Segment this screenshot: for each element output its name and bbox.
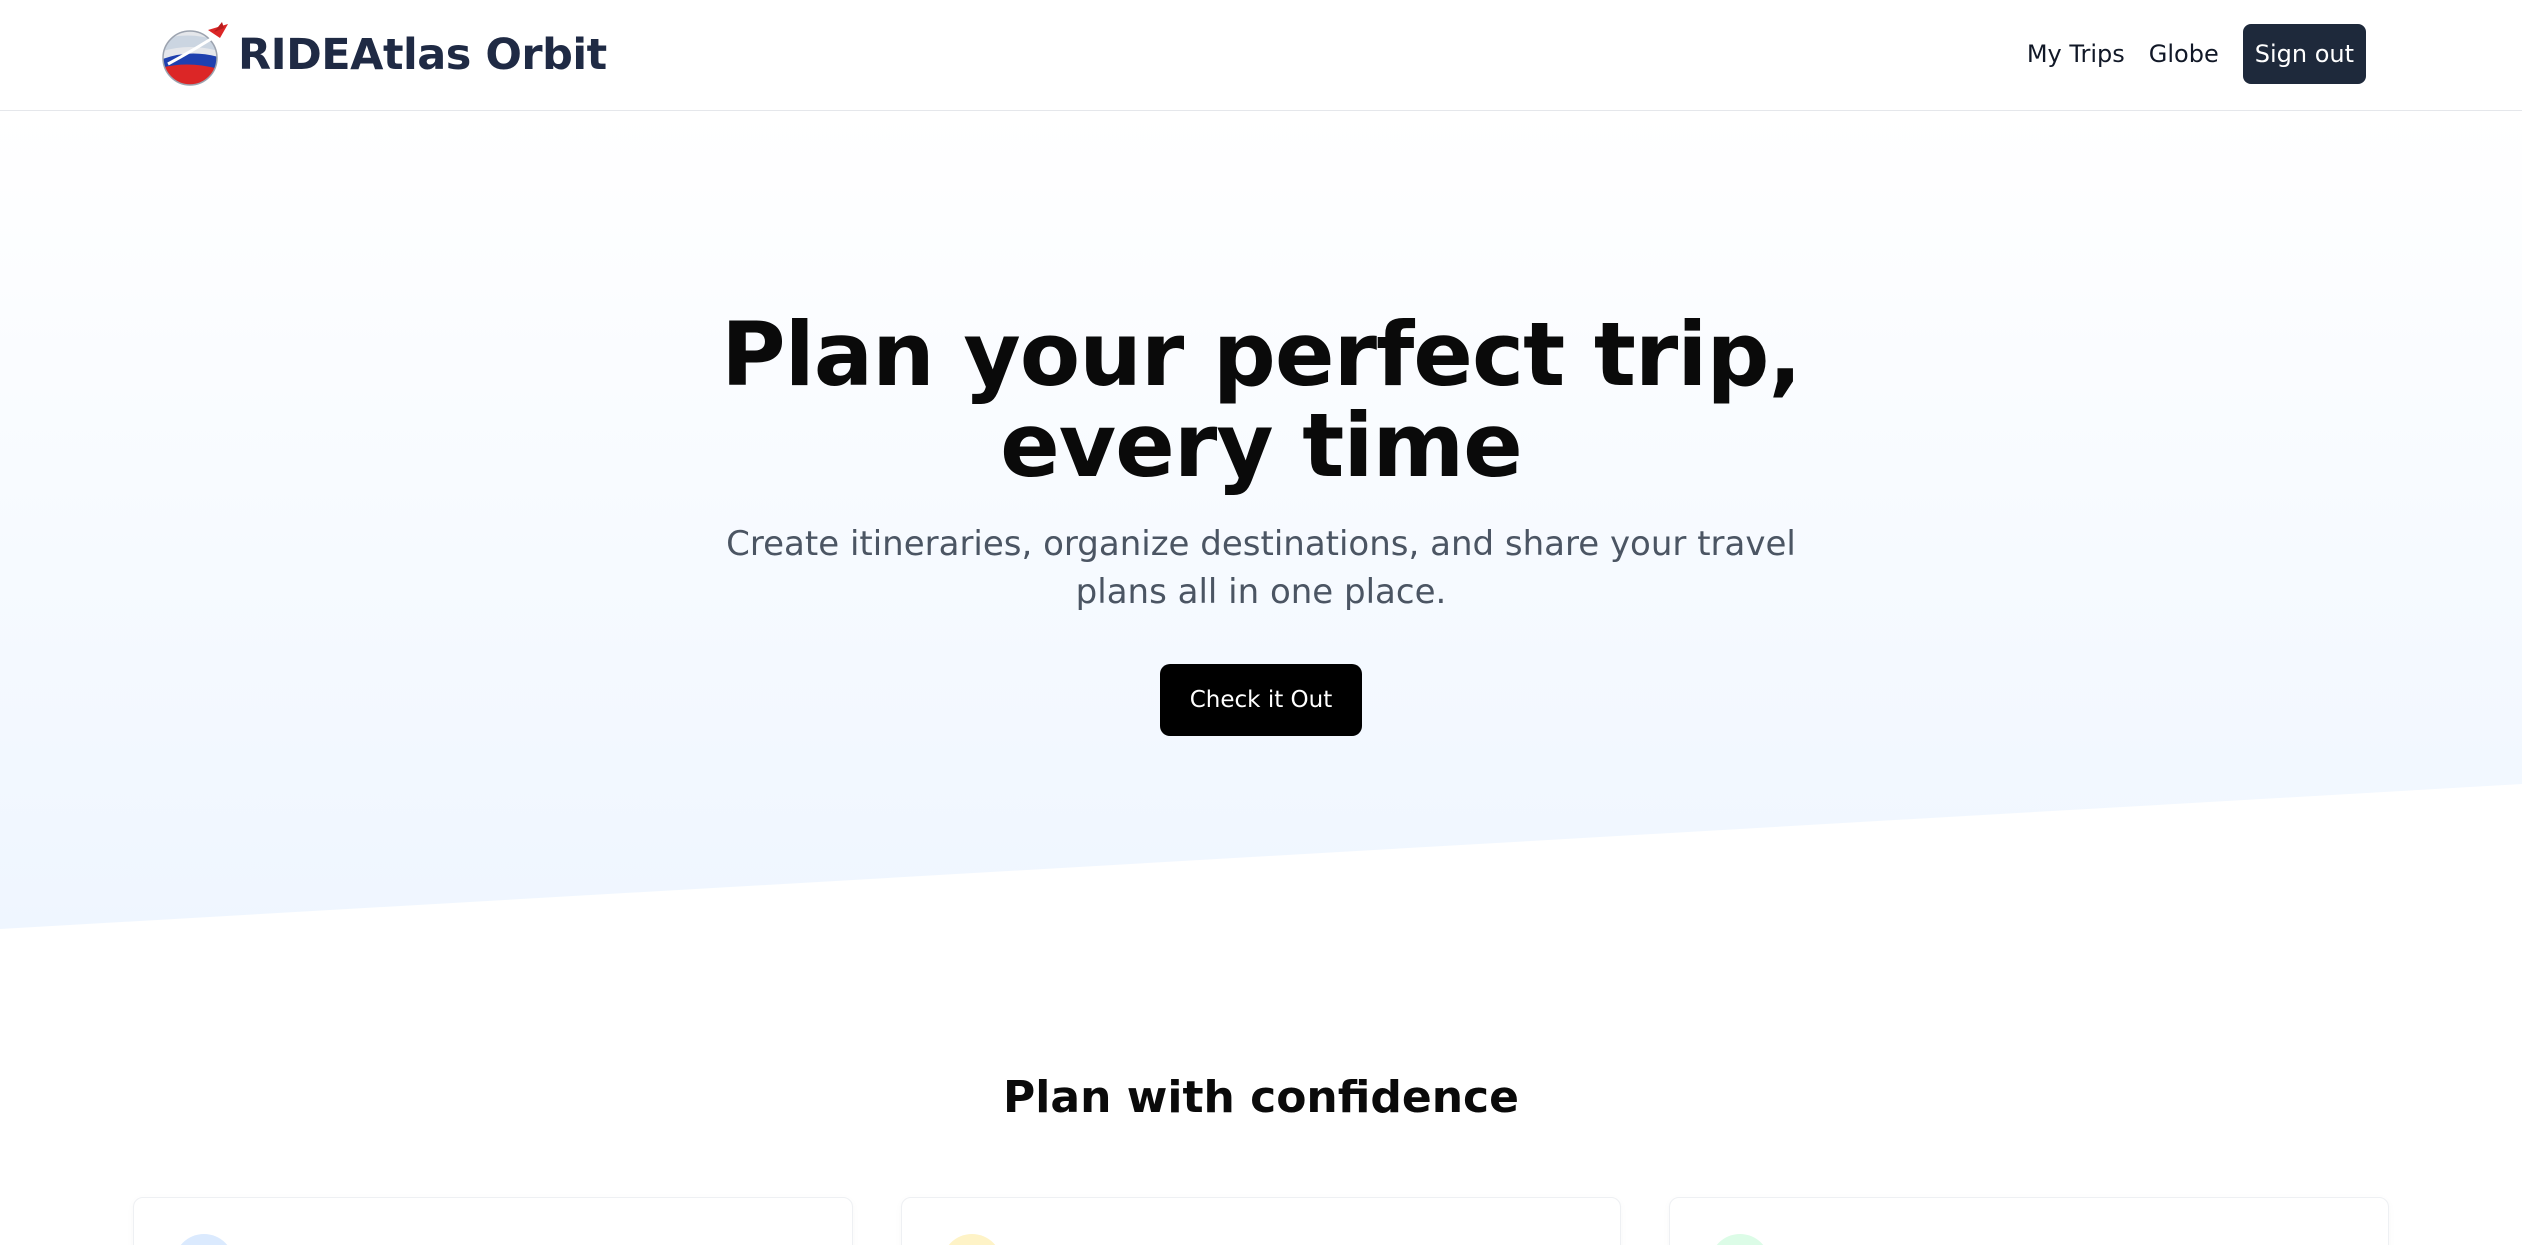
nav-link-globe[interactable]: Globe [2149,40,2219,68]
sign-out-button[interactable]: Sign out [2242,24,2366,84]
share-icon [1710,1234,1770,1245]
check-it-out-button[interactable]: Check it Out [1160,664,1362,736]
hero-title-line-1: Plan your perfect trip, [721,303,1802,406]
top-navbar: RIDEAtlas Orbit My Trips Globe Sign out [0,0,2522,111]
feature-card [1669,1197,2389,1245]
calendar-icon [942,1234,1002,1245]
globe-airplane-logo-icon [162,22,228,86]
feature-card [133,1197,853,1245]
feature-cards [0,1197,2522,1245]
hero-subtitle: Create itineraries, organize destination… [726,524,1796,612]
features-heading: Plan with confidence [1003,1072,1519,1123]
hero-title: Plan your perfect trip, every time [0,309,2522,491]
brand-name: RIDEAtlas Orbit [238,30,607,80]
main-nav: My Trips Globe Sign out [2027,24,2366,84]
map-icon [174,1234,234,1245]
nav-link-my-trips[interactable]: My Trips [2027,40,2125,68]
feature-card [901,1197,1621,1245]
hero-title-line-2: every time [1000,394,1523,497]
brand-link[interactable]: RIDEAtlas Orbit [160,20,607,90]
hero-section: Plan your perfect trip, every time Creat… [0,111,2522,931]
